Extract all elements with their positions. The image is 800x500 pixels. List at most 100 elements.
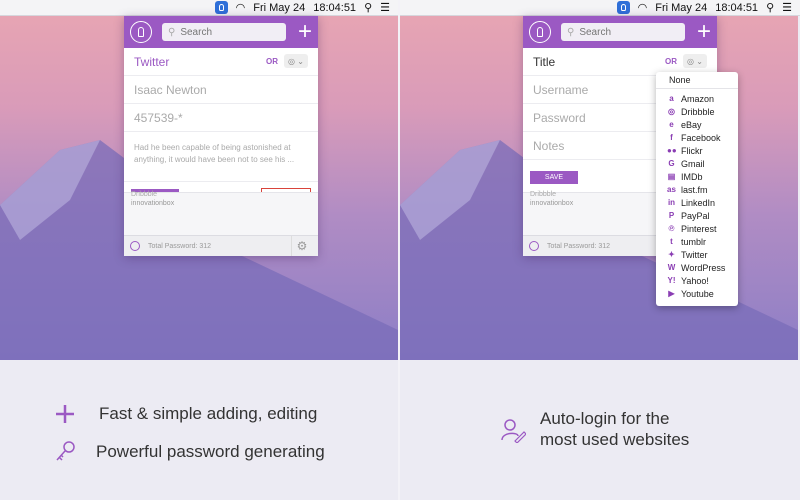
list-item-subtitle[interactable]: innovationbox (530, 200, 573, 207)
list-item-subtitle[interactable]: innovationbox (131, 200, 174, 207)
dropdown-item-label: Youtube (681, 288, 714, 299)
feature-caption-autologin-1: Auto-login for the (540, 409, 670, 428)
youtube-icon: ▶ (668, 289, 675, 298)
wifi-icon[interactable]: ◠ (236, 1, 246, 14)
pinterest-icon: ℗ (668, 224, 675, 233)
dropdown-item[interactable]: in LinkedIn (656, 196, 738, 209)
dropdown-item[interactable]: t tumblr (656, 235, 738, 248)
power-icon[interactable] (130, 241, 140, 251)
search-icon: ⚲ (168, 26, 176, 38)
facebook-icon: f (670, 133, 673, 142)
dropdown-item[interactable]: f Facebook (656, 131, 738, 144)
dropdown-item[interactable]: ▶ Youtube (656, 287, 738, 300)
flickr-icon: ●● (667, 146, 677, 155)
power-icon[interactable] (529, 241, 539, 251)
dropdown-item-label: Facebook (681, 132, 721, 143)
total-password-count: Total Password: 312 (148, 242, 212, 250)
dropdown-item[interactable]: ▤ IMDb (656, 170, 738, 183)
search-input[interactable] (180, 26, 261, 38)
dropdown-item-none[interactable]: None (656, 72, 738, 89)
menu-time: 18:04:51 (313, 1, 357, 14)
paypal-icon: P (668, 211, 675, 220)
chevron-down-icon: ⌄ (297, 56, 304, 66)
password-field[interactable]: 457539-* (124, 104, 318, 132)
menu-bar-right: ◠ Fri May 24 18:04:51 ⚲ ☰ (400, 0, 800, 16)
app-logo-icon[interactable] (130, 21, 152, 43)
dropdown-item-label: Flickr (681, 145, 703, 156)
total-password-count: Total Password: 312 (547, 242, 611, 250)
username-value: Isaac Newton (134, 82, 207, 97)
spotlight-search-icon[interactable]: ⚲ (364, 1, 372, 14)
popup-footer: Total Password: 312 ⚙ (124, 235, 318, 256)
gear-icon[interactable]: ⚙ (291, 236, 312, 256)
feature-caption-generating: Powerful password generating (96, 442, 325, 461)
dropdown-item[interactable]: ℗ Pinterest (656, 222, 738, 235)
dropdown-item-label: LinkedIn (681, 197, 716, 208)
dropdown-item[interactable]: ◎ Dribbble (656, 105, 738, 118)
dropdown-item-label: eBay (681, 119, 702, 130)
dropdown-item[interactable]: W WordPress (656, 261, 738, 274)
dropdown-item-label: Gmail (681, 158, 705, 169)
password-list: Dribbble innovationbox (124, 191, 318, 238)
menu-date: Fri May 24 (655, 1, 708, 14)
menu-bar-left: ◠ Fri May 24 18:04:51 ⚲ ☰ (0, 0, 398, 16)
dropdown-item-label: PayPal (681, 210, 710, 221)
dropdown-item[interactable]: G Gmail (656, 157, 738, 170)
dribbble-icon: ◎ (668, 107, 675, 116)
dropdown-item[interactable]: e eBay (656, 118, 738, 131)
username-placeholder: Username (533, 82, 589, 97)
search-icon: ⚲ (567, 26, 575, 38)
notes-field[interactable]: Had he been capable of being astonished … (124, 132, 318, 182)
or-label: OR (665, 57, 677, 66)
app-logo-icon[interactable] (529, 21, 551, 43)
ebay-icon: e (669, 120, 674, 129)
password-placeholder: Password (533, 110, 586, 125)
search-input[interactable] (579, 26, 660, 38)
dropdown-item-label: Twitter (681, 249, 708, 260)
dropdown-item[interactable]: ●● Flickr (656, 144, 738, 157)
popup-header: ⚲ + (124, 16, 318, 48)
title-placeholder: Title (533, 54, 556, 69)
add-icon[interactable]: + (697, 20, 711, 44)
spotlight-search-icon[interactable]: ⚲ (766, 1, 774, 14)
dropdown-item[interactable]: as last.fm (656, 183, 738, 196)
notification-list-icon[interactable]: ☰ (380, 1, 390, 14)
notes-value: Had he been capable of being astonished … (134, 143, 295, 164)
feature-caption-adding: Fast & simple adding, editing (99, 404, 318, 423)
dropdown-item-label: WordPress (681, 262, 726, 273)
dropdown-item-label: IMDb (681, 171, 703, 182)
search-box[interactable]: ⚲ (561, 23, 685, 41)
list-item-title[interactable]: Dribbble (131, 191, 157, 198)
yahoo-icon: Y! (667, 276, 676, 285)
wifi-icon[interactable]: ◠ (638, 1, 648, 14)
dropdown-item[interactable]: a Amazon (656, 92, 738, 105)
imdb-icon: ▤ (667, 172, 676, 181)
app-lock-icon[interactable] (214, 1, 228, 14)
twitter-icon: ✦ (668, 250, 675, 259)
dropdown-item-label: Pinterest (681, 223, 717, 234)
password-popup-edit: ⚲ + Twitter OR ◎ ⌄ Isaac Newton 457539-*… (124, 16, 318, 256)
site-icon: ◎ (288, 56, 296, 66)
plus-icon (56, 405, 74, 423)
dropdown-item[interactable]: ✦ Twitter (656, 248, 738, 261)
site-icon-selector[interactable]: ◎ ⌄ (284, 54, 308, 68)
dropdown-list: a Amazon ◎ Dribbble e eBay f Facebook ●● Flickr G G… (656, 89, 738, 300)
gmail-icon: G (668, 159, 675, 168)
site-icon-selector[interactable]: ◎ ⌄ (683, 54, 707, 68)
site-icon-dropdown: None a Amazon ◎ Dribbble e eBay f Facebook ●● Fli… (656, 72, 738, 306)
username-field[interactable]: Isaac Newton (124, 76, 318, 104)
list-item-title[interactable]: Dribbble (530, 191, 556, 198)
title-field[interactable]: Twitter OR ◎ ⌄ (124, 48, 318, 76)
add-icon[interactable]: + (298, 20, 312, 44)
notification-list-icon[interactable]: ☰ (782, 1, 792, 14)
notes-placeholder: Notes (533, 138, 565, 153)
wordpress-icon: W (667, 263, 676, 272)
dropdown-item-label: Dribbble (681, 106, 715, 117)
search-box[interactable]: ⚲ (162, 23, 286, 41)
app-lock-icon[interactable] (616, 1, 630, 14)
dropdown-item[interactable]: P PayPal (656, 209, 738, 222)
last-fm-icon: as (667, 185, 676, 194)
dropdown-item[interactable]: Y! Yahoo! (656, 274, 738, 287)
popup-header: ⚲ + (523, 16, 717, 48)
save-button[interactable]: SAVE (530, 171, 578, 184)
